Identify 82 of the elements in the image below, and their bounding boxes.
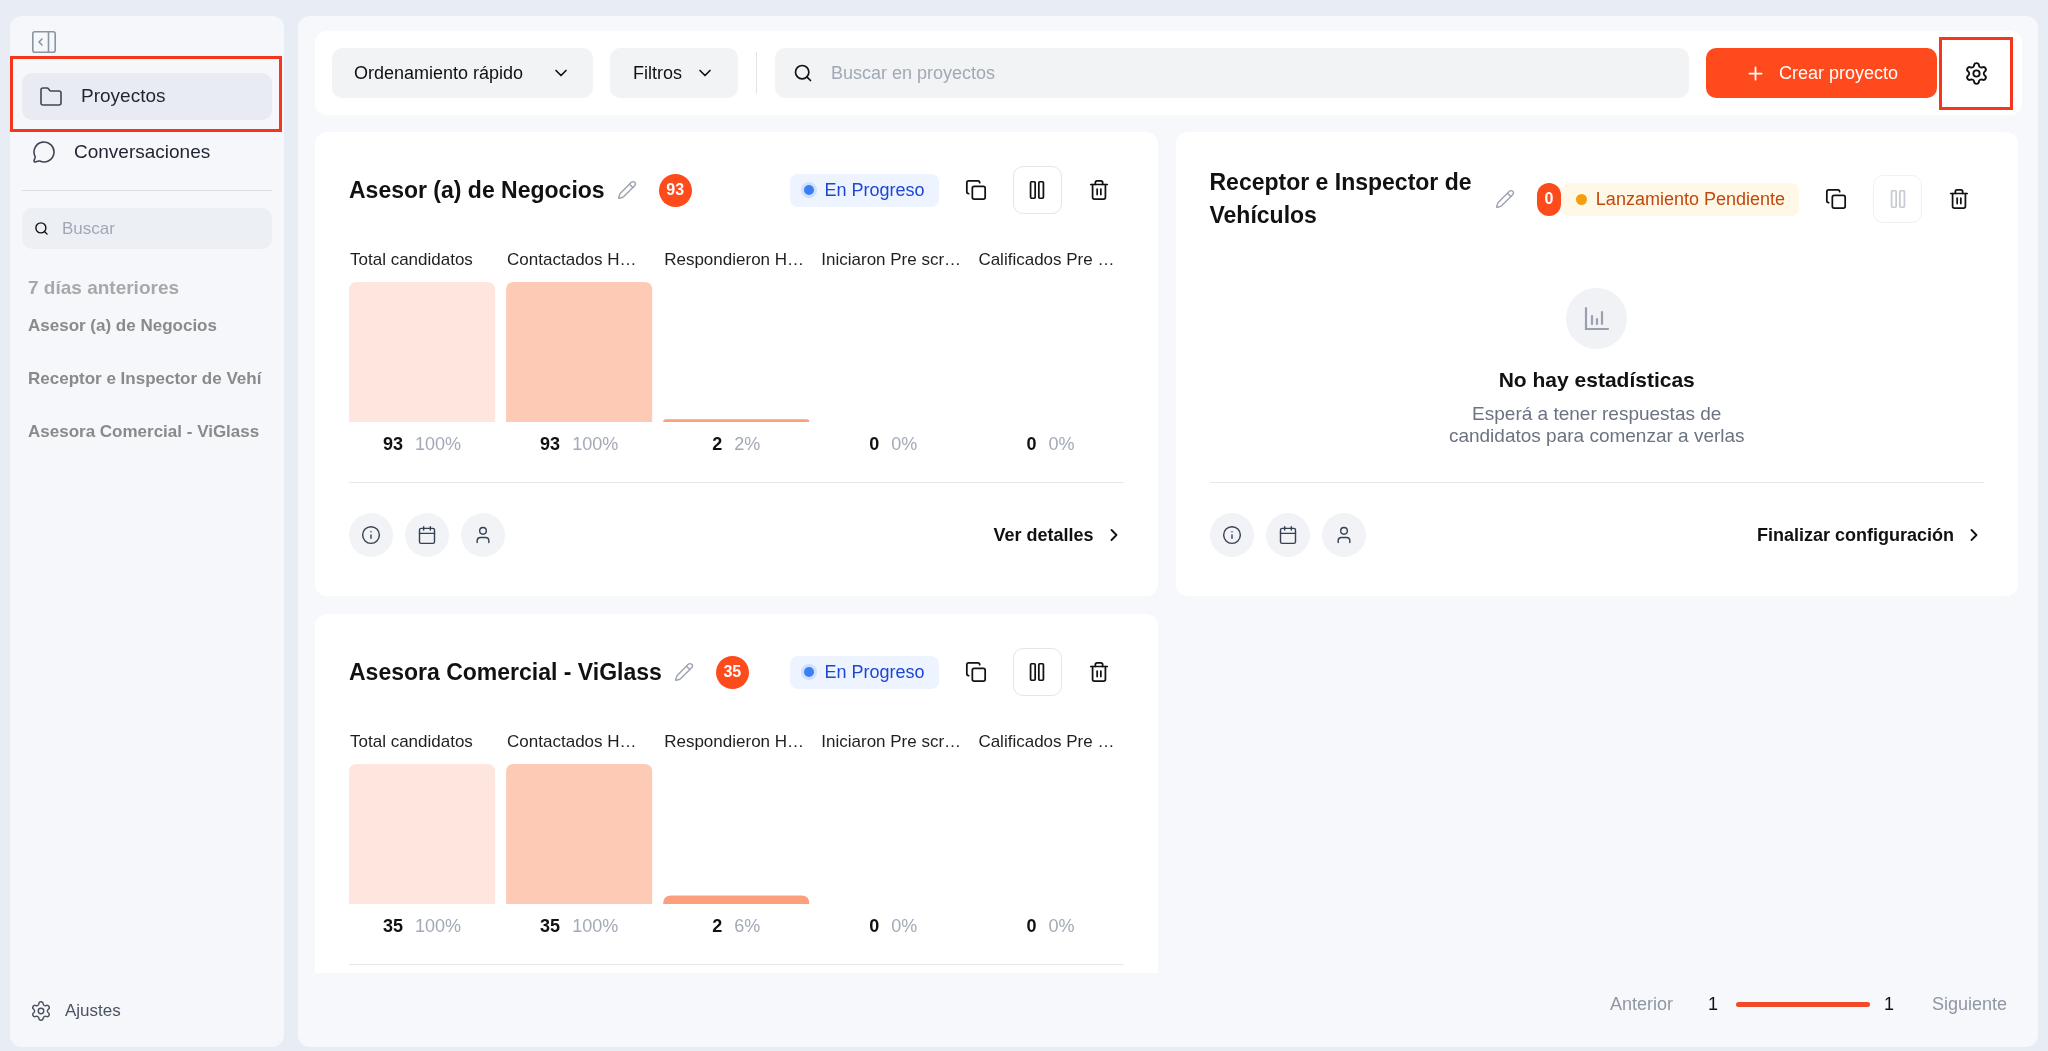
total-pages: 1	[1883, 992, 1894, 1016]
bar-value-label: 0%	[891, 433, 918, 455]
status-label: En Progreso	[824, 660, 925, 684]
bar-value-label: 2%	[734, 433, 761, 455]
bar-value-label: 100%	[415, 433, 462, 455]
chart-category-label: Iniciaron Pre scr…	[820, 731, 963, 753]
settings-icon	[30, 1000, 52, 1022]
user-button[interactable]	[1321, 513, 1366, 557]
user-icon	[473, 525, 493, 545]
folder-icon	[39, 84, 63, 109]
chart-category-label: Total candidatos	[349, 731, 474, 753]
trash-icon[interactable]	[1087, 179, 1110, 201]
calendar-button[interactable]	[1265, 513, 1310, 557]
chart-category-label: Calificados Pre …	[977, 249, 1116, 271]
bar-value-label: 100%	[572, 433, 619, 455]
bar-value-label: 6%	[734, 915, 761, 937]
nav-item[interactable]: Conversaciones	[22, 134, 272, 170]
stage-count: 2	[712, 433, 723, 455]
calendar-button[interactable]	[405, 513, 449, 557]
chart-category-label: Calificados Pre …	[977, 731, 1116, 753]
project-title: Asesor (a) de Negocios	[349, 175, 605, 205]
search-field[interactable]: Buscar en proyectos	[775, 48, 1689, 98]
search-field[interactable]: Buscar	[22, 208, 272, 249]
info-button[interactable]	[1209, 513, 1254, 557]
count-badge: 93	[658, 173, 692, 207]
stage-count: 0	[1026, 915, 1037, 937]
stage-count: 35	[383, 915, 404, 937]
empty-state-message: Esperá a tener respuestas de candidatos para comenzar a verlas	[1447, 403, 1746, 447]
count-badge: 0	[1536, 182, 1561, 216]
pause-button[interactable]	[1012, 166, 1062, 214]
calendar-icon	[417, 525, 437, 545]
bar-value-label: 0%	[1048, 915, 1075, 937]
bar-chart-icon	[1566, 288, 1628, 349]
sidebar-toggle-icon[interactable]	[32, 31, 56, 53]
status-label: Lanzamiento Pendiente	[1595, 187, 1785, 211]
info-icon	[361, 525, 381, 545]
search-icon	[34, 221, 49, 236]
trash-icon[interactable]	[1087, 661, 1110, 683]
info-button[interactable]	[349, 513, 393, 557]
bar-value-label: 100%	[572, 915, 619, 937]
details-link[interactable]: Finalizar configuración	[1756, 521, 1984, 549]
chart-category-label: Iniciaron Pre scr…	[820, 249, 963, 271]
settings-icon	[1963, 60, 1989, 86]
settings-link[interactable]: Ajustes	[30, 999, 121, 1023]
user-button[interactable]	[461, 513, 505, 557]
current-page: 1	[1707, 992, 1718, 1016]
trash-icon[interactable]	[1948, 188, 1970, 210]
stage-count: 93	[540, 433, 561, 455]
chart-category-label: Respondieron H…	[663, 731, 806, 753]
stage-count: 0	[869, 433, 880, 455]
search-icon	[793, 63, 813, 83]
project-title: Receptor e Inspector de Vehículos	[1209, 168, 1473, 230]
status-dot-icon	[801, 182, 818, 198]
copy-icon[interactable]	[1825, 188, 1847, 210]
stage-count: 0	[1026, 433, 1037, 455]
status-label: En Progreso	[824, 178, 925, 202]
info-icon	[1221, 525, 1242, 545]
count-badge: 35	[715, 655, 749, 689]
copy-icon[interactable]	[964, 179, 987, 201]
filters-dropdown[interactable]: Filtros	[610, 48, 738, 98]
stage-count: 93	[383, 433, 404, 455]
calendar-icon	[1277, 525, 1298, 545]
bar-value-label: 0%	[1048, 433, 1075, 455]
chart-category-label: Contactados H…	[506, 731, 638, 753]
bar-value-label: 100%	[415, 915, 462, 937]
sort-dropdown[interactable]: Ordenamiento rápido	[332, 48, 593, 98]
chat-bubble-icon	[32, 140, 56, 164]
chart-category-label: Contactados H…	[506, 249, 638, 271]
stage-count: 2	[712, 915, 723, 937]
status-dot-icon	[801, 664, 818, 680]
bar-value-label: 0%	[891, 915, 918, 937]
stage-count: 35	[540, 915, 561, 937]
history-heading: 7 días anteriores	[27, 276, 181, 300]
chart-category-label: Total candidatos	[349, 249, 474, 271]
stage-count: 0	[869, 915, 880, 937]
project-title: Asesora Comercial - ViGlass	[349, 657, 662, 687]
copy-icon[interactable]	[964, 661, 987, 683]
nav-item[interactable]: Proyectos	[22, 73, 272, 120]
details-link[interactable]: Ver detalles	[993, 521, 1124, 549]
pause-button[interactable]	[1012, 648, 1062, 696]
empty-state-title: No hay estadísticas	[1498, 368, 1695, 392]
chart-category-label: Respondieron H…	[663, 249, 806, 271]
